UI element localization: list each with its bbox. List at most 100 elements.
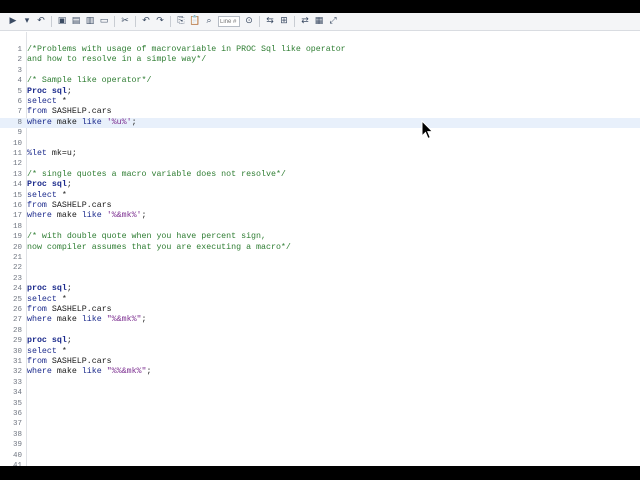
options-icon[interactable]: ▦ xyxy=(312,15,326,29)
code-line[interactable]: 29 proc sql; xyxy=(0,336,640,346)
code-line[interactable]: 27 where make like "%&mk%"; xyxy=(0,315,640,325)
code-line[interactable]: 20 now compiler assumes that you are exec… xyxy=(0,243,640,253)
code-line[interactable]: 12 xyxy=(0,159,640,169)
code-line[interactable]: 4 /* Sample like operator*/ xyxy=(0,76,640,86)
code-line[interactable]: 39 xyxy=(0,440,640,450)
code-line[interactable]: 40 xyxy=(0,451,640,461)
snippet-icon[interactable]: ⊞ xyxy=(277,15,291,29)
code-line[interactable]: 31 from SASHELP.cars xyxy=(0,357,640,367)
paste-icon[interactable]: 📋 xyxy=(188,15,202,29)
code-line[interactable]: 22 xyxy=(0,263,640,273)
toolbar-right-group: ⊙ ⇆ ⊞ ⇄ ▦ ⤢ xyxy=(242,15,340,29)
line-code-text[interactable]: from SASHELP.cars xyxy=(27,201,112,211)
redo-icon[interactable]: ↷ xyxy=(153,15,167,29)
code-line[interactable]: 36 xyxy=(0,409,640,419)
line-number: 9 xyxy=(17,129,22,138)
maximize-icon[interactable]: ⤢ xyxy=(326,15,340,29)
code-line[interactable]: 32 where make like "%%&mk%"; xyxy=(0,367,640,377)
code-line[interactable]: 1 /*Problems with usage of macrovariable … xyxy=(0,45,640,55)
line-number: 11 xyxy=(12,150,22,158)
code-line[interactable]: 38 xyxy=(0,430,640,440)
line-number: 3 xyxy=(17,66,22,75)
line-code-text[interactable]: Proc sql; xyxy=(27,87,72,97)
code-line[interactable]: 8 where make like '%u%'; xyxy=(0,117,640,129)
code-line[interactable]: 10 xyxy=(0,139,640,149)
line-code-text[interactable]: select * xyxy=(27,97,67,107)
code-line[interactable]: 34 xyxy=(0,388,640,398)
code-line[interactable]: 11 %let mk=u; xyxy=(0,149,640,159)
line-code-text[interactable]: from SASHELP.cars xyxy=(27,357,112,367)
go-to-line-input[interactable] xyxy=(218,16,240,27)
recall-icon[interactable]: ↶ xyxy=(34,15,48,29)
undo-icon[interactable]: ↶ xyxy=(139,15,153,29)
code-line[interactable]: 23 xyxy=(0,274,640,284)
line-code-text[interactable]: proc sql; xyxy=(27,336,72,346)
code-line[interactable]: 24 proc sql; xyxy=(0,284,640,294)
line-number: 6 xyxy=(17,98,22,106)
code-line[interactable]: 28 xyxy=(0,326,640,336)
toolbar-left-group: ▶ ▾ ↶ ▣ ▤ ▥ ▭ ✂ ↶ ↷ ⎘ 📋 ⌕ xyxy=(6,15,216,29)
line-number: 8 xyxy=(17,118,22,127)
code-line[interactable]: 7 from SASHELP.cars xyxy=(0,107,640,117)
line-code-text[interactable]: select * xyxy=(27,295,67,305)
line-number: 27 xyxy=(12,316,22,325)
line-number: 5 xyxy=(17,87,22,96)
format-code-icon[interactable]: ⇆ xyxy=(263,15,277,29)
line-code-text[interactable]: select * xyxy=(27,347,67,357)
line-number: 34 xyxy=(12,389,22,398)
save-as-icon[interactable]: ▥ xyxy=(83,15,97,29)
line-code-text[interactable]: select * xyxy=(27,191,67,201)
code-line[interactable]: 33 xyxy=(0,378,640,388)
line-code-text[interactable]: now compiler assumes that you are execut… xyxy=(27,243,291,253)
line-number: 33 xyxy=(12,378,22,387)
new-icon[interactable]: ▭ xyxy=(97,15,111,29)
line-code-text[interactable]: /* Sample like operator*/ xyxy=(27,76,151,86)
line-code-text[interactable]: %let mk=u; xyxy=(27,149,77,159)
line-code-text[interactable]: /* single quotes a macro variable does n… xyxy=(27,170,286,180)
code-editor[interactable]: 1 /*Problems with usage of macrovariable … xyxy=(0,32,640,466)
code-line[interactable]: 30 select * xyxy=(0,347,640,357)
code-line[interactable]: 16 from SASHELP.cars xyxy=(0,201,640,211)
code-line[interactable]: 9 xyxy=(0,128,640,138)
code-line[interactable]: 3 xyxy=(0,66,640,76)
go-to-line-icon[interactable]: ⊙ xyxy=(242,15,256,29)
code-line[interactable]: 25 select * xyxy=(0,295,640,305)
line-code-text[interactable]: from SASHELP.cars xyxy=(27,107,112,117)
code-line[interactable]: 35 xyxy=(0,399,640,409)
code-line[interactable]: 5 Proc sql; xyxy=(0,87,640,97)
line-code-text[interactable]: from SASHELP.cars xyxy=(27,305,112,315)
code-line[interactable]: 17 where make like '%&mk%'; xyxy=(0,211,640,221)
line-code-text[interactable]: /* with double quote when you have perce… xyxy=(27,232,266,242)
code-line[interactable]: 13 /* single quotes a macro variable does… xyxy=(0,170,640,180)
line-code-text[interactable]: proc sql; xyxy=(27,284,72,294)
code-line[interactable]: 14 Proc sql; xyxy=(0,180,640,190)
find-icon[interactable]: ⌕ xyxy=(202,15,216,29)
run-icon[interactable]: ▶ xyxy=(6,15,20,29)
line-code-text[interactable]: where make like '%&mk%'; xyxy=(27,211,147,221)
copy-icon[interactable]: ⎘ xyxy=(174,15,188,29)
code-line[interactable]: 19 /* with double quote when you have per… xyxy=(0,232,640,242)
code-line[interactable]: 2 and how to resolve in a simple way*/ xyxy=(0,55,640,65)
open-icon[interactable]: ▣ xyxy=(55,15,69,29)
save-icon[interactable]: ▤ xyxy=(69,15,83,29)
line-code-text[interactable]: and how to resolve in a simple way*/ xyxy=(27,55,206,65)
code-line[interactable]: 41 xyxy=(0,461,640,466)
line-number: 18 xyxy=(12,222,22,231)
code-line[interactable]: 6 select * xyxy=(0,97,640,107)
line-code-text[interactable]: where make like "%&mk%"; xyxy=(27,315,147,325)
line-code-text[interactable]: Proc sql; xyxy=(27,180,72,190)
line-number: 22 xyxy=(12,264,22,273)
line-code-text[interactable]: where make like '%u%'; xyxy=(27,118,137,128)
code-line[interactable]: 18 xyxy=(0,222,640,232)
toggle-icon[interactable]: ⇄ xyxy=(298,15,312,29)
code-line[interactable]: 37 xyxy=(0,419,640,429)
line-code-text[interactable]: where make like "%%&mk%"; xyxy=(27,367,152,377)
toolbar-separator xyxy=(259,16,260,27)
line-code-text[interactable]: /*Problems with usage of macrovariable i… xyxy=(27,45,346,55)
toolbar-separator xyxy=(114,16,115,27)
code-line[interactable]: 26 from SASHELP.cars xyxy=(0,305,640,315)
run-dropdown-icon[interactable]: ▾ xyxy=(20,15,34,29)
code-line[interactable]: 15 select * xyxy=(0,191,640,201)
cut-icon[interactable]: ✂ xyxy=(118,15,132,29)
code-line[interactable]: 21 xyxy=(0,253,640,263)
